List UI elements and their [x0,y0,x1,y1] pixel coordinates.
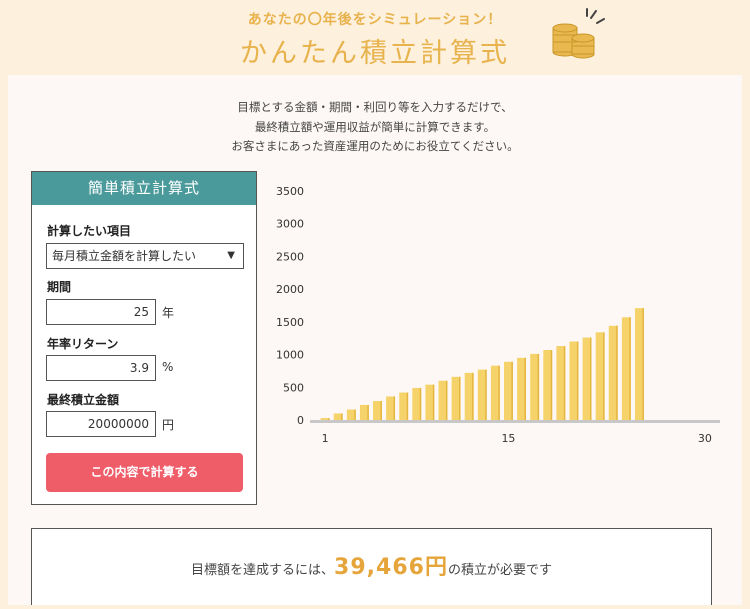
chart-bar-shade [616,325,618,420]
target-select[interactable]: 毎月積立金額を計算したい ▼ [46,243,244,269]
x-axis-line [310,420,720,423]
chart-bar-shade [498,365,500,420]
chart-bar-shade [445,380,448,420]
y-tick-label: 3000 [276,218,304,231]
y-tick-label: 2500 [276,250,304,263]
chart-bar-shade [537,353,540,420]
result-prefix: 目標額を達成するには、 [191,563,335,578]
chart-bar-shade [511,361,513,420]
period-label: 期間 [47,280,72,294]
coins-icon [552,8,605,59]
return-unit: % [162,360,174,374]
dropdown-arrow-icon: ▼ [227,250,235,261]
period-unit: 年 [162,306,175,320]
chart-bar-shade [563,346,566,420]
page-title: かんたん積立計算式 [240,38,510,69]
accumulation-chart: 0 500 1000 1500 2000 2500 3000 3500 1 15 30 [276,185,720,445]
chart-bar-shade [432,384,435,420]
chart-bar-shade [485,369,487,420]
chart-bar-shade [341,413,343,420]
y-tick-label: 1500 [276,316,304,329]
intro-line: 最終積立額や運用収益が簡単に計算できます。 [254,119,496,134]
calculate-button[interactable]: この内容で計算する [46,453,243,492]
intro-line: お客さまにあった資産運用のためにお役立てください。 [231,139,519,153]
chart-bar-shade [419,387,422,420]
intro-line: 目標とする金額・期間・利回り等を入力するだけで、 [237,100,513,114]
x-tick-label: 30 [698,432,712,445]
chart-bar-shade [589,337,592,420]
result-box: 目標額を達成するには、39,466円の積立が必要です [31,528,712,605]
x-tick-label: 1 [322,432,329,445]
y-tick-label: 0 [297,414,304,427]
chart-bar-shade [629,317,631,420]
intro-text: 目標とする金額・期間・利回り等を入力するだけで、 最終積立額や運用収益が簡単に計… [8,98,742,157]
target-select-value: 毎月積立金額を計算したい [52,249,197,263]
chart-bar-shade [550,349,553,420]
y-tick-label: 2000 [276,283,304,296]
return-label: 年率リターン [47,337,119,351]
chart-bar-shade [472,372,474,420]
chart-bar-shade [576,341,579,420]
chart-bar-shade [603,332,605,420]
chart-bar-shade [380,401,382,420]
final-amount-unit: 円 [162,418,175,432]
result-amount: 39,466円 [334,555,448,580]
chart-bar-shade [393,396,396,420]
calculator-form: 簡単積立計算式 計算したい項目 毎月積立金額を計算したい ▼ 期間 25 年 年… [31,171,257,505]
calculator-title: 簡単積立計算式 [32,172,256,205]
target-label: 計算したい項目 [47,224,132,238]
y-tick-label: 3500 [276,185,304,198]
final-amount-label: 最終積立金額 [47,393,120,407]
period-input[interactable]: 25 [46,299,156,325]
hero-subtitle: あなたの〇年後をシミュレーション！ [247,12,503,28]
return-input[interactable]: 3.9 [46,355,156,381]
y-tick-label: 500 [283,381,304,394]
x-tick-label: 15 [501,432,515,445]
chart-bar-shade [524,357,527,420]
hero-header: あなたの〇年後をシミュレーション！ かんたん積立計算式 [0,0,750,75]
main-panel: 目標とする金額・期間・利回り等を入力するだけで、 最終積立額や運用収益が簡単に計… [8,75,742,605]
chart-bar-shade [459,376,461,420]
chart-bar-shade [354,409,356,420]
chart-bar-shade [406,392,409,420]
chart-bar-shade [367,404,369,420]
y-tick-label: 1000 [276,349,304,362]
final-amount-input[interactable]: 20000000 [46,411,156,437]
result-suffix: の積立が必要です [447,563,552,578]
chart-bar-shade [328,418,330,420]
chart-bar-shade [642,308,644,420]
